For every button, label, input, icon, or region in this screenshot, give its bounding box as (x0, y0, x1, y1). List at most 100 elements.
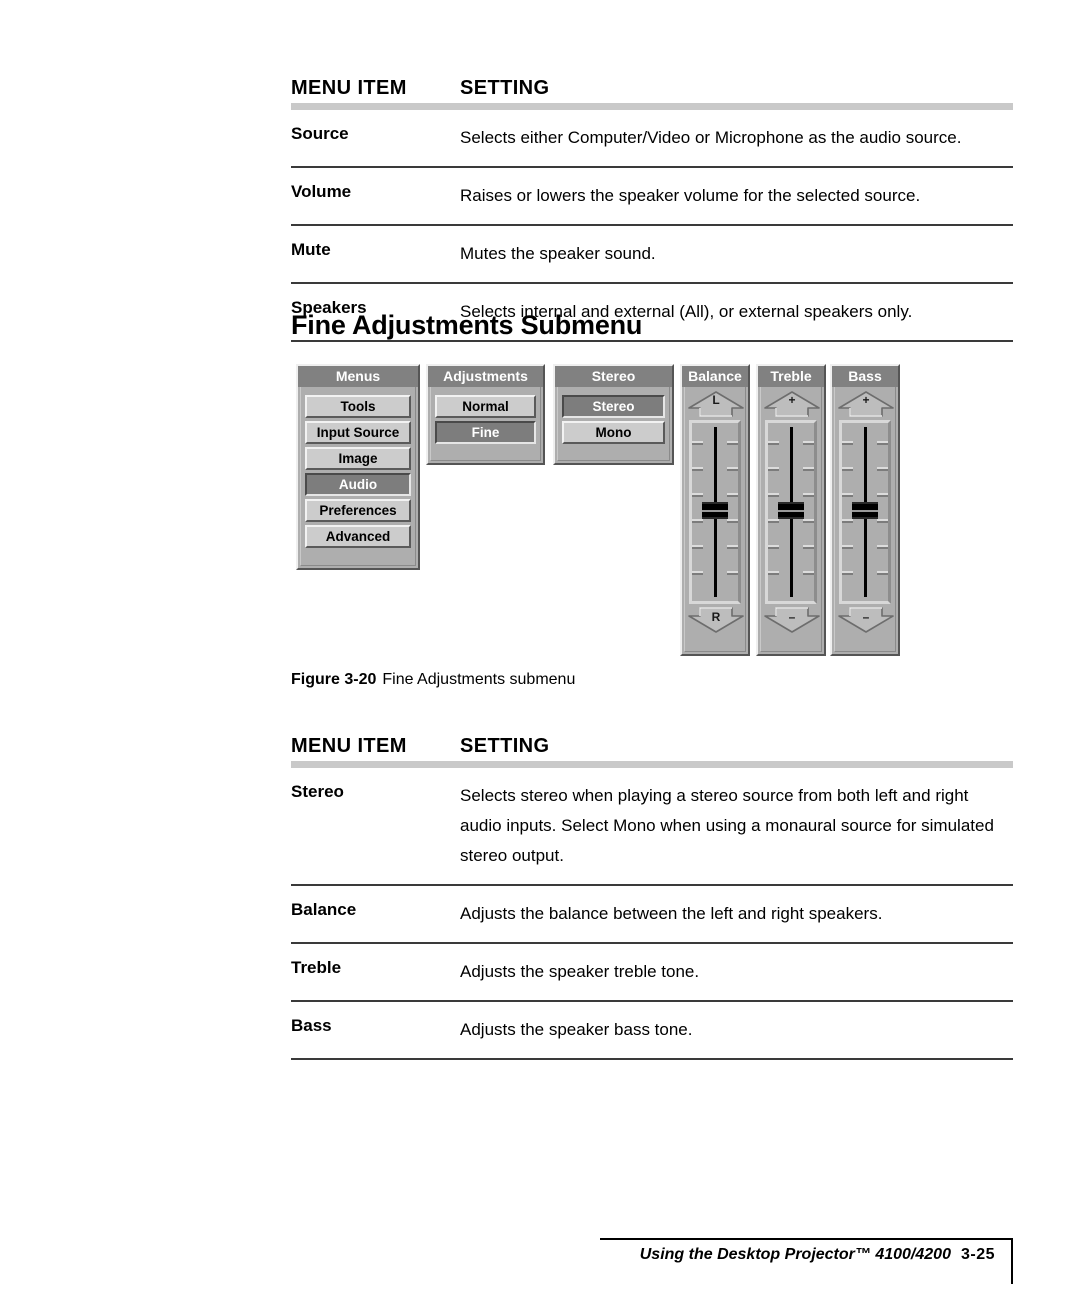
row-setting: Selects stereo when playing a stereo sou… (460, 786, 994, 865)
menu-button-tools[interactable]: Tools (305, 395, 411, 418)
tick (727, 441, 738, 445)
tick (727, 493, 738, 497)
row-menu-item: Balance (291, 900, 357, 919)
treble-decrease-button[interactable]: – (764, 607, 820, 633)
treble-slider-track[interactable] (765, 420, 817, 604)
menus-panel: Menus Tools Input Source Image Audio Pre… (296, 364, 420, 570)
tick (768, 467, 779, 471)
adjustments-button-list: Normal Fine (428, 387, 543, 451)
tick (842, 519, 853, 523)
figure-caption: Figure 3-20 Fine Adjustments submenu (291, 671, 575, 689)
row-menu-item: Volume (291, 182, 352, 201)
row-setting: Adjusts the balance between the left and… (460, 904, 883, 923)
treble-increase-label: + (788, 393, 796, 407)
tick (803, 519, 814, 523)
balance-increase-label: L (712, 393, 720, 407)
row-setting: Adjusts the speaker treble tone. (460, 962, 700, 981)
tick (803, 545, 814, 549)
tick (727, 545, 738, 549)
stereo-panel: Stereo Stereo Mono (553, 364, 674, 465)
tick (877, 519, 888, 523)
tick (692, 545, 703, 549)
row-menu-item: Stereo (291, 782, 344, 801)
menus-panel-title: Menus (298, 366, 418, 387)
audio-settings-table: MENU ITEM SETTING Source Selects either … (291, 68, 1013, 342)
table-row: Mute Mutes the speaker sound. (291, 226, 1013, 284)
section-heading: Fine Adjustments Submenu (291, 310, 643, 340)
column-header-menu-item: MENU ITEM (291, 77, 407, 99)
table-header-row: MENU ITEM SETTING (291, 68, 1013, 98)
tick (727, 467, 738, 471)
adjustments-button-fine[interactable]: Fine (435, 421, 536, 444)
balance-slider-title: Balance (682, 366, 748, 387)
tick (877, 545, 888, 549)
tick (768, 441, 779, 445)
tick (877, 441, 888, 445)
adjustments-button-normal[interactable]: Normal (435, 395, 536, 418)
menu-button-image[interactable]: Image (305, 447, 411, 470)
column-header-setting: SETTING (460, 77, 550, 99)
treble-slider-thumb[interactable] (778, 502, 804, 519)
table-row: Balance Adjusts the balance between the … (291, 886, 1013, 944)
footer-page-number: 3-25 (960, 1246, 995, 1263)
bass-increase-button[interactable]: + (838, 391, 894, 417)
tick (877, 493, 888, 497)
table-row: Treble Adjusts the speaker treble tone. (291, 944, 1013, 1002)
balance-decrease-button[interactable]: R (688, 607, 744, 633)
tick (768, 571, 779, 575)
row-setting: Raises or lowers the speaker volume for … (460, 186, 921, 205)
treble-decrease-label: – (788, 610, 796, 624)
treble-slider-body: + – (758, 387, 824, 637)
row-setting: Selects either Computer/Video or Microph… (460, 128, 962, 147)
menu-button-preferences[interactable]: Preferences (305, 499, 411, 522)
adjustments-panel-title: Adjustments (428, 366, 543, 387)
tick (727, 571, 738, 575)
menu-button-advanced[interactable]: Advanced (305, 525, 411, 548)
tick (692, 493, 703, 497)
treble-slider-title: Treble (758, 366, 824, 387)
stereo-button-mono[interactable]: Mono (562, 421, 665, 444)
balance-slider-body: L R (682, 387, 748, 637)
tick (727, 519, 738, 523)
table-row: Volume Raises or lowers the speaker volu… (291, 168, 1013, 226)
balance-slider-panel: Balance L R (680, 364, 750, 656)
figure-caption-text: Fine Adjustments submenu (382, 671, 576, 688)
menus-button-list: Tools Input Source Image Audio Preferenc… (298, 387, 418, 555)
tick (842, 493, 853, 497)
figure-fine-adjustments-submenu: Menus Tools Input Source Image Audio Pre… (291, 364, 911, 664)
bass-slider-panel: Bass + – (830, 364, 900, 656)
menu-button-input-source[interactable]: Input Source (305, 421, 411, 444)
tick (842, 545, 853, 549)
treble-increase-button[interactable]: + (764, 391, 820, 417)
row-menu-item: Source (291, 124, 349, 143)
bass-slider-title: Bass (832, 366, 898, 387)
menu-button-audio[interactable]: Audio (305, 473, 411, 496)
footer-title: Using the Desktop Projector™ 4100/4200 (639, 1246, 951, 1263)
row-menu-item: Treble (291, 958, 342, 977)
balance-increase-button[interactable]: L (688, 391, 744, 417)
treble-slider-panel: Treble + – (756, 364, 826, 656)
tick (803, 493, 814, 497)
row-setting: Adjusts the speaker bass tone. (460, 1020, 693, 1039)
header-rule (291, 103, 1013, 110)
tick (877, 467, 888, 471)
stereo-panel-title: Stereo (555, 366, 672, 387)
balance-decrease-label: R (711, 610, 721, 624)
bass-slider-thumb[interactable] (852, 502, 878, 519)
tick (803, 571, 814, 575)
bass-slider-body: + – (832, 387, 898, 637)
balance-slider-track[interactable] (689, 420, 741, 604)
tick (692, 519, 703, 523)
table-header-row: MENU ITEM SETTING (291, 726, 1013, 756)
stereo-button-stereo[interactable]: Stereo (562, 395, 665, 418)
table-row: Stereo Selects stereo when playing a ste… (291, 768, 1013, 886)
tick (842, 467, 853, 471)
document-page: MENU ITEM SETTING Source Selects either … (0, 0, 1080, 1311)
table-row: Source Selects either Computer/Video or … (291, 110, 1013, 168)
balance-slider-thumb[interactable] (702, 502, 728, 519)
tick (842, 571, 853, 575)
page-footer: Using the Desktop Projector™ 4100/4200 3-… (600, 1238, 1013, 1284)
tick (768, 545, 779, 549)
bass-decrease-button[interactable]: – (838, 607, 894, 633)
bass-slider-track[interactable] (839, 420, 891, 604)
